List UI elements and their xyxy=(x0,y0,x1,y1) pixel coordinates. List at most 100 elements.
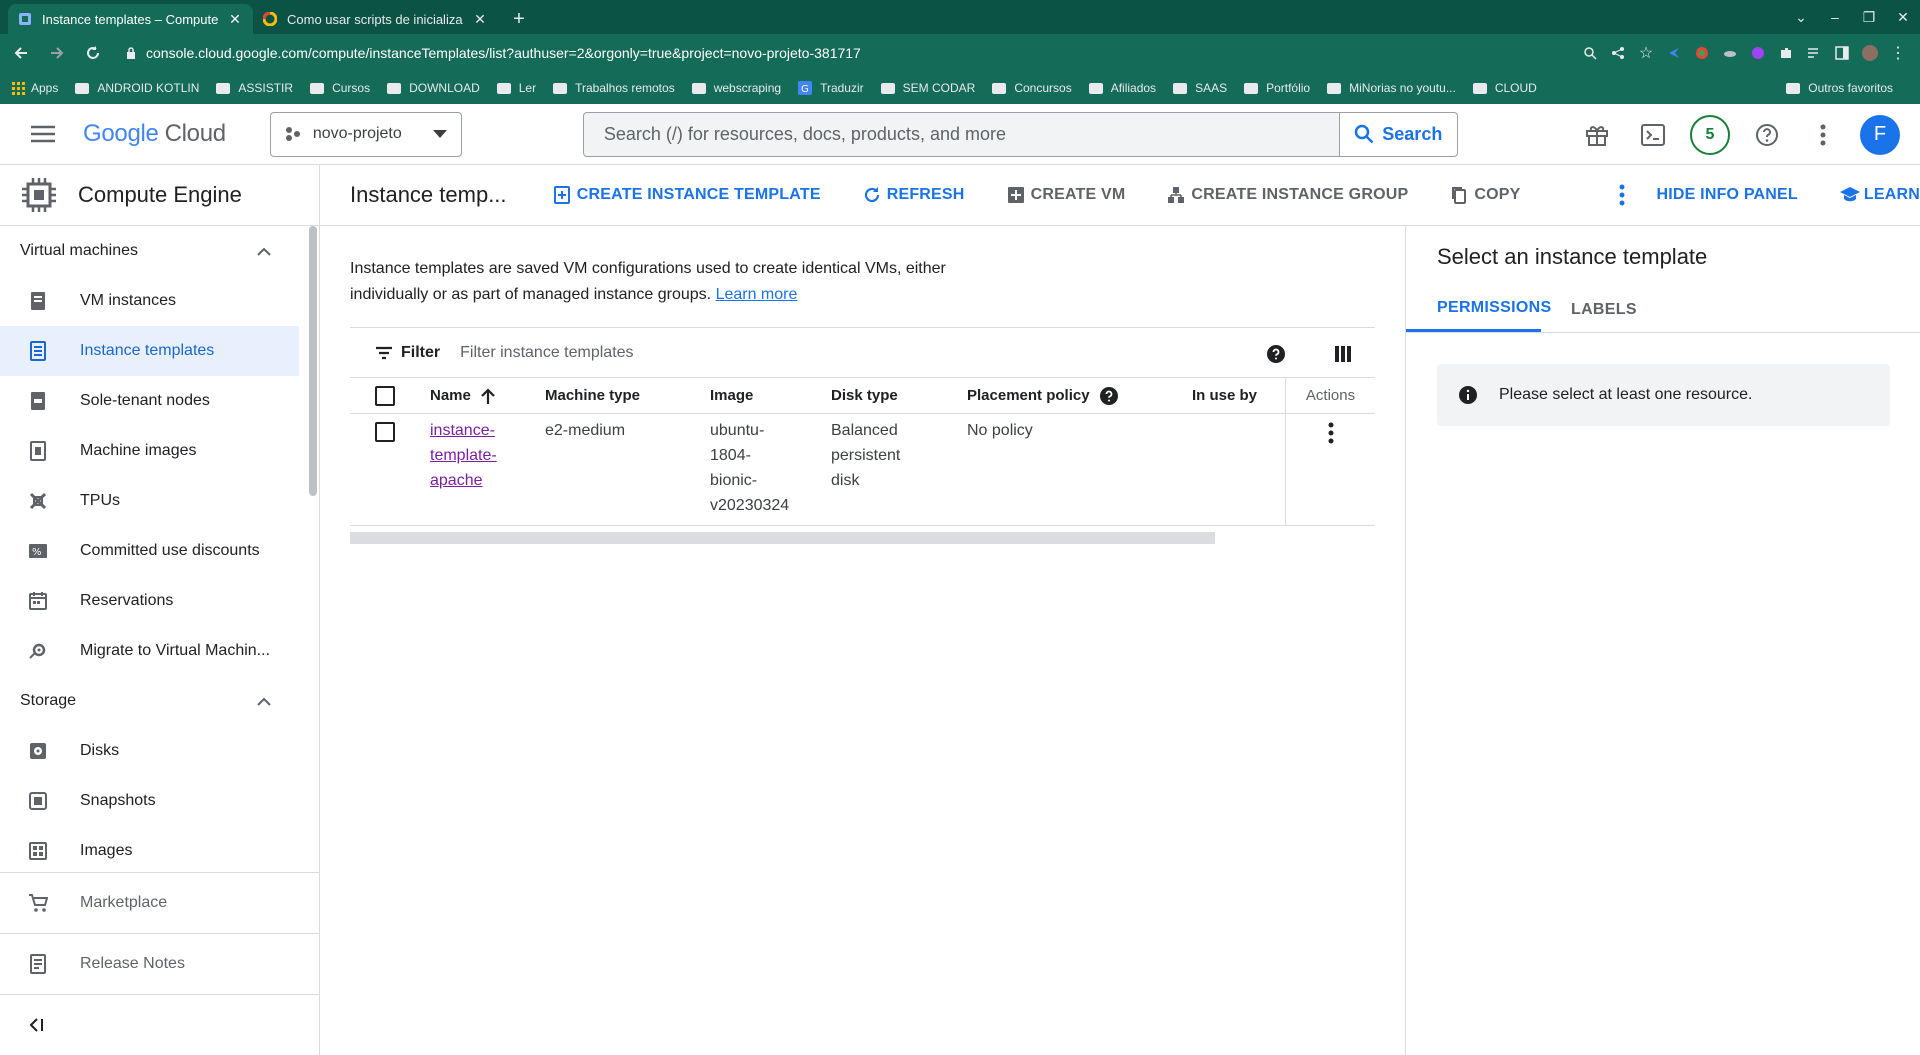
bookmark-folder[interactable]: SAAS xyxy=(1173,81,1227,95)
search-bar[interactable]: Search (/) for resources, docs, products… xyxy=(582,111,1458,157)
extension-cloud-icon[interactable] xyxy=(1722,45,1738,61)
zoom-icon[interactable] xyxy=(1582,45,1598,61)
help-filled-icon[interactable] xyxy=(1267,344,1285,363)
learn-more-link[interactable]: Learn more xyxy=(716,286,798,303)
row-actions-more-icon[interactable] xyxy=(1328,422,1334,525)
table-row[interactable]: instance- template- apache e2-medium ubu… xyxy=(350,414,1375,526)
sidebar-item-reservations[interactable]: Reservations xyxy=(0,576,299,626)
sidebar-item-sole-tenant-nodes[interactable]: Sole-tenant nodes xyxy=(0,376,299,426)
tab-search-icon[interactable]: ⌄ xyxy=(1784,9,1818,26)
more-vert-icon[interactable] xyxy=(1804,116,1842,154)
bookmark-folder[interactable]: CLOUD xyxy=(1472,81,1537,95)
more-actions-icon[interactable] xyxy=(1619,184,1625,206)
sidebar-item-migrate[interactable]: Migrate to Virtual Machin... xyxy=(0,626,299,676)
template-name-link[interactable]: instance- xyxy=(430,418,497,443)
template-name-link[interactable]: apache xyxy=(430,468,497,493)
notifications-badge[interactable]: 5 xyxy=(1690,114,1730,155)
maximize-icon[interactable]: ❐ xyxy=(1852,9,1886,26)
create-instance-group-button[interactable]: CREATE INSTANCE GROUP xyxy=(1167,186,1408,204)
column-machine-type[interactable]: Machine type xyxy=(545,378,640,413)
column-in-use-by[interactable]: In use by xyxy=(1192,378,1257,413)
section-storage[interactable]: Storage xyxy=(0,676,319,726)
collapse-sidebar-button[interactable] xyxy=(0,994,320,1055)
reload-icon[interactable] xyxy=(78,38,108,68)
bookmark-folder[interactable]: Cursos xyxy=(310,81,370,95)
select-all-checkbox[interactable] xyxy=(375,385,395,406)
table-horizontal-scrollbar[interactable] xyxy=(350,532,1215,544)
bookmark-folder[interactable]: Ler xyxy=(496,81,536,95)
sidebar-item-machine-images[interactable]: Machine images xyxy=(0,426,299,476)
tab-labels[interactable]: LABELS xyxy=(1571,287,1637,332)
column-display-icon[interactable] xyxy=(1335,345,1351,362)
sidebar-item-vm-instances[interactable]: VM instances xyxy=(0,276,299,326)
filter-input[interactable]: Filter instance templates xyxy=(460,344,633,362)
search-input[interactable]: Search (/) for resources, docs, products… xyxy=(584,124,1339,145)
reading-list-icon[interactable] xyxy=(1806,45,1822,61)
extension-icon[interactable] xyxy=(1666,45,1682,61)
bookmark-folder[interactable]: ANDROID KOTLIN xyxy=(75,81,199,95)
gift-icon[interactable] xyxy=(1578,116,1616,154)
row-checkbox[interactable] xyxy=(375,422,395,442)
sidebar-item-tpus[interactable]: TPUs xyxy=(0,476,299,526)
bookmark-folder[interactable]: ASSISTIR xyxy=(216,81,293,95)
sidebar-item-marketplace[interactable]: Marketplace xyxy=(0,872,320,933)
sidebar-item-committed-use[interactable]: % Committed use discounts xyxy=(0,526,299,576)
browser-tab-active[interactable]: Instance templates – Compute ✕ xyxy=(8,4,253,34)
sidebar-item-instance-templates[interactable]: Instance templates xyxy=(0,326,299,376)
hide-info-panel-button[interactable]: HIDE INFO PANEL xyxy=(1657,186,1798,204)
help-filled-icon[interactable] xyxy=(1099,386,1118,405)
learn-button[interactable]: LEARN xyxy=(1839,186,1920,204)
section-virtual-machines[interactable]: Virtual machines xyxy=(0,226,319,276)
close-window-icon[interactable]: ✕ xyxy=(1886,9,1920,26)
copy-button[interactable]: COPY xyxy=(1450,186,1520,204)
account-avatar[interactable]: F xyxy=(1860,114,1900,155)
help-icon[interactable] xyxy=(1748,116,1786,154)
sidebar-item-release-notes[interactable]: Release Notes xyxy=(0,933,320,994)
create-instance-template-button[interactable]: CREATE INSTANCE TEMPLATE xyxy=(553,186,821,204)
template-name-link[interactable]: template- xyxy=(430,443,497,468)
refresh-button[interactable]: REFRESH xyxy=(863,186,965,204)
browser-tab[interactable]: Como usar scripts de inicializa ✕ xyxy=(253,4,498,34)
bookmark-folder[interactable]: Trabalhos remotos xyxy=(553,81,675,95)
close-tab-icon[interactable]: ✕ xyxy=(472,11,488,28)
bookmark-folder[interactable]: Portfólio xyxy=(1244,81,1310,95)
bookmark-folder[interactable]: Concursos xyxy=(992,81,1072,95)
tab-permissions[interactable]: PERMISSIONS xyxy=(1406,287,1551,332)
bookmark-folder[interactable]: webscraping xyxy=(691,81,781,95)
address-bar[interactable]: console.cloud.google.com/compute/instanc… xyxy=(118,39,1582,67)
google-cloud-logo[interactable]: Google Cloud xyxy=(83,120,226,148)
bookmark-translate[interactable]: G Traduzir xyxy=(798,81,864,95)
cloud-shell-icon[interactable] xyxy=(1634,116,1672,154)
new-tab-icon[interactable]: + xyxy=(504,4,534,34)
share-icon[interactable] xyxy=(1610,45,1626,61)
column-name[interactable]: Name xyxy=(430,378,495,413)
bookmark-star-icon[interactable]: ☆ xyxy=(1638,45,1654,62)
bookmark-apps[interactable]: Apps xyxy=(12,81,58,95)
bookmark-folder[interactable]: SEM CODAR xyxy=(880,81,975,95)
create-vm-button[interactable]: CREATE VM xyxy=(1007,186,1126,204)
back-icon[interactable] xyxy=(6,38,36,68)
sidebar-scrollbar[interactable] xyxy=(309,226,317,496)
extensions-puzzle-icon[interactable] xyxy=(1778,45,1794,61)
column-disk-type[interactable]: Disk type xyxy=(831,378,898,413)
forward-icon[interactable] xyxy=(42,38,72,68)
bookmark-folder[interactable]: MiNorias no youtu... xyxy=(1327,81,1456,95)
profile-avatar-icon[interactable] xyxy=(1862,45,1878,61)
column-image[interactable]: Image xyxy=(710,378,753,413)
minimize-icon[interactable]: – xyxy=(1818,9,1852,25)
bookmark-other-favorites[interactable]: Outros favoritos xyxy=(1786,72,1893,104)
sidebar-item-disks[interactable]: Disks xyxy=(0,726,299,776)
sidebar-item-images[interactable]: Images xyxy=(0,826,299,876)
bookmark-folder[interactable]: Afiliados xyxy=(1088,81,1156,95)
filter-label[interactable]: Filter xyxy=(401,344,440,362)
project-selector[interactable]: novo-projeto xyxy=(269,111,462,157)
bookmark-folder[interactable]: DOWNLOAD xyxy=(387,81,480,95)
search-button[interactable]: Search xyxy=(1338,112,1457,156)
extension-purple-icon[interactable] xyxy=(1750,45,1766,61)
sidebar-item-snapshots[interactable]: Snapshots xyxy=(0,776,299,826)
main-menu-icon[interactable] xyxy=(23,114,63,154)
extension-color-icon[interactable] xyxy=(1694,45,1710,61)
close-tab-icon[interactable]: ✕ xyxy=(227,11,243,28)
side-panel-icon[interactable] xyxy=(1834,45,1850,61)
browser-menu-icon[interactable]: ⋮ xyxy=(1890,45,1906,62)
